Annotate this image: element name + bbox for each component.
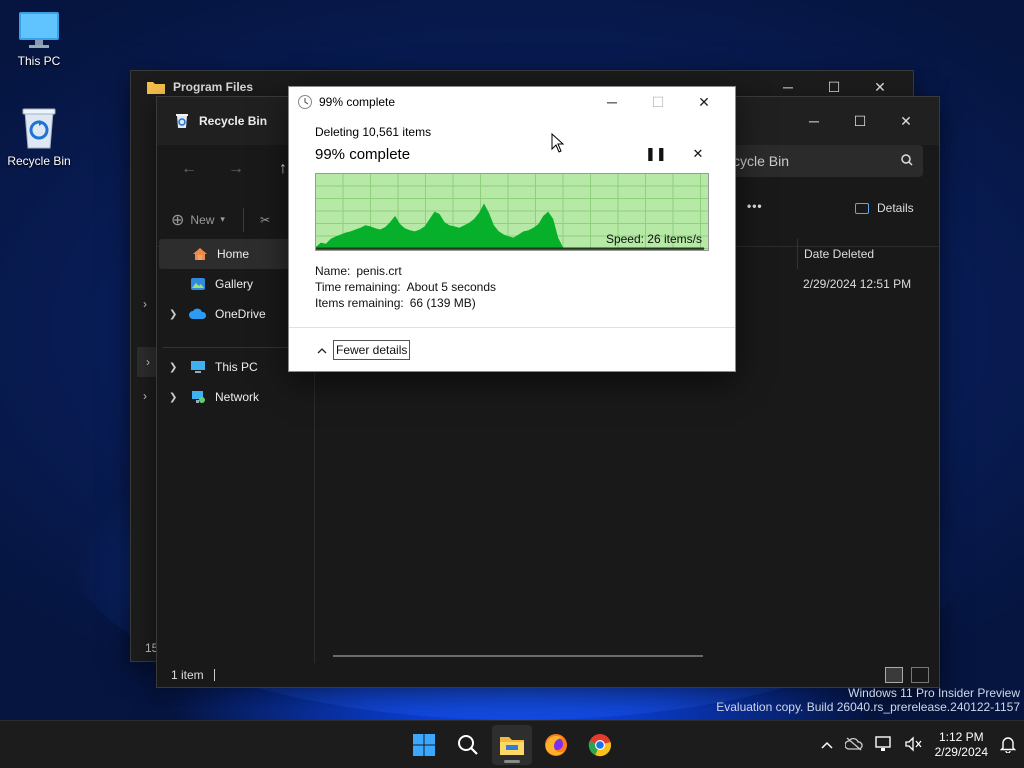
delete-progress-dialog[interactable]: 99% complete ─ ☐ ✕ Deleting 10,561 items… xyxy=(288,86,736,372)
windows-logo-icon xyxy=(413,734,435,756)
detail-time-remaining: Time remaining: About 5 seconds xyxy=(315,280,496,294)
details-pane-button[interactable]: Details xyxy=(855,201,914,215)
volume-muted-icon[interactable] xyxy=(904,735,923,755)
search-icon xyxy=(901,153,913,169)
new-button[interactable]: ⊕ New ▾ xyxy=(171,210,225,230)
close-button[interactable]: ✕ xyxy=(883,106,929,136)
speed-graph: Speed: 26 items/s xyxy=(315,173,709,251)
home-icon xyxy=(189,247,211,261)
chevron-down-icon: ▾ xyxy=(220,214,225,224)
detail-items-remaining: Items remaining: 66 (139 MB) xyxy=(315,296,476,310)
chevron-up-icon[interactable] xyxy=(821,738,833,752)
desktop-icon-label: Recycle Bin xyxy=(7,154,71,168)
notification-bell-icon[interactable] xyxy=(999,735,1017,756)
gallery-icon xyxy=(187,277,209,291)
speed-label: Speed: 26 items/s xyxy=(605,232,702,246)
minimize-button[interactable]: ─ xyxy=(791,106,837,136)
monitor-icon xyxy=(19,12,59,48)
desktop-icon-this-pc[interactable]: This PC xyxy=(1,10,77,68)
maximize-button[interactable]: ☐ xyxy=(837,106,883,136)
cut-icon[interactable]: ✂ xyxy=(260,213,270,227)
window-title: Recycle Bin xyxy=(199,114,268,128)
forward-arrow-icon[interactable]: → xyxy=(211,160,261,178)
chrome-icon xyxy=(588,734,611,757)
status-bar: 1 item xyxy=(157,663,939,687)
chevron-up-icon xyxy=(317,343,327,357)
clock-time: 1:12 PM xyxy=(938,730,984,744)
system-tray: 1:12 PM 2/29/2024 xyxy=(821,721,1017,768)
taskbar: 1:12 PM 2/29/2024 xyxy=(0,720,1024,768)
status-item-count: 1 item xyxy=(171,668,204,682)
more-options-button[interactable]: ••• xyxy=(747,199,763,213)
maximize-button: ☐ xyxy=(651,93,665,110)
firefox-icon xyxy=(545,734,567,756)
fewer-details-button[interactable]: Fewer details xyxy=(317,339,411,360)
details-pane-icon xyxy=(855,202,869,214)
operation-details: Name: penis.crt Time remaining: About 5 se… xyxy=(315,263,709,311)
folder-icon xyxy=(147,82,165,94)
clock-icon xyxy=(298,95,312,109)
chrome-taskbar-button[interactable] xyxy=(580,725,620,765)
recycle-bin-icon xyxy=(176,114,188,128)
recycle-bin-icon xyxy=(22,108,56,149)
toolbar-divider xyxy=(242,207,244,232)
status-divider xyxy=(213,669,215,681)
dialog-footer: Fewer details xyxy=(289,327,735,371)
pause-button[interactable]: ❚❚ xyxy=(645,146,667,162)
search-icon xyxy=(458,735,478,755)
folder-icon xyxy=(500,737,524,755)
close-button[interactable]: ✕ xyxy=(681,87,727,117)
horizontal-scrollbar[interactable] xyxy=(333,655,703,657)
dialog-title: 99% complete xyxy=(319,95,396,109)
file-explorer-taskbar-button[interactable] xyxy=(492,725,532,765)
column-header-date-deleted[interactable]: Date Deleted xyxy=(797,239,874,269)
search-input-text: cycle Bin xyxy=(733,153,790,169)
dialog-title-bar[interactable]: 99% complete ─ ☐ ✕ xyxy=(289,87,735,117)
nav-item-network[interactable]: ❯ Network xyxy=(157,382,314,412)
clock-date: 2/29/2024 xyxy=(934,745,988,759)
clock[interactable]: 1:12 PM 2/29/2024 xyxy=(935,730,988,760)
expand-chevron[interactable]: › xyxy=(143,389,147,403)
plus-circle-icon: ⊕ xyxy=(171,211,185,229)
network-icon[interactable] xyxy=(874,735,893,755)
desktop-icon-label: This PC xyxy=(17,54,61,68)
search-input[interactable]: cycle Bin xyxy=(723,145,923,177)
chevron-right-icon[interactable]: ❯ xyxy=(169,392,187,403)
start-button[interactable] xyxy=(404,725,444,765)
monitor-icon xyxy=(187,360,209,374)
search-button[interactable] xyxy=(448,725,488,765)
detail-name: Name: penis.crt xyxy=(315,264,402,278)
desktop-icon-recycle-bin[interactable]: Recycle Bin xyxy=(1,106,77,168)
operation-label: Deleting 10,561 items xyxy=(315,125,432,139)
mouse-cursor-icon xyxy=(551,133,565,153)
expand-chevron[interactable]: › xyxy=(143,297,147,311)
onedrive-offline-icon[interactable] xyxy=(843,737,863,754)
chevron-right-icon[interactable]: ❯ xyxy=(169,362,187,373)
details-view-button[interactable] xyxy=(885,667,903,683)
network-icon xyxy=(187,390,209,404)
tiles-view-button[interactable] xyxy=(911,667,929,683)
minimize-button[interactable]: ─ xyxy=(589,87,635,117)
window-title: Program Files xyxy=(173,80,254,94)
file-row-date-deleted: 2/29/2024 12:51 PM xyxy=(803,277,912,291)
cancel-button[interactable]: ✕ xyxy=(689,146,707,162)
cloud-icon xyxy=(187,308,209,320)
percent-complete: 99% complete xyxy=(315,145,411,163)
chevron-right-icon[interactable]: ❯ xyxy=(169,309,187,320)
evaluation-watermark: Windows 11 Pro Insider Preview Evaluatio… xyxy=(716,686,1020,714)
firefox-taskbar-button[interactable] xyxy=(536,725,576,765)
back-arrow-icon[interactable]: ← xyxy=(167,160,211,178)
